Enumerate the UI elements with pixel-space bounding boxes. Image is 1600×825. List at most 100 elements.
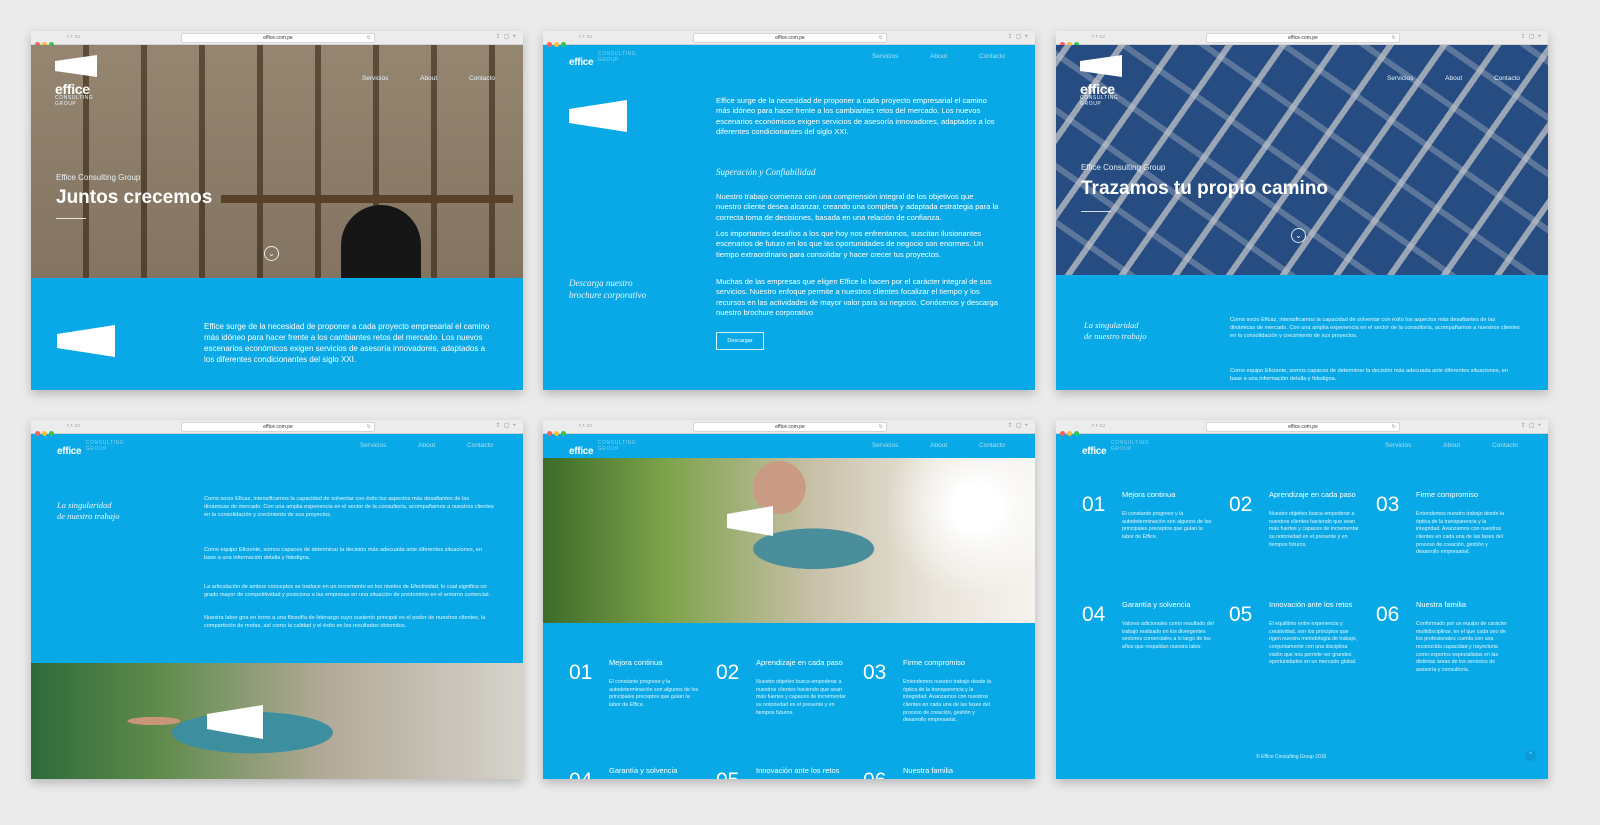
feature-title: Nuestra familia (1416, 600, 1467, 609)
reload-icon: ↻ (366, 424, 371, 430)
brand-sub: CONSULTING GROUP (597, 440, 637, 452)
feature-title: Aprendizaje en cada paso (756, 658, 843, 667)
download-label-line: Descarga nuestro (569, 278, 633, 288)
effice-logo-mark-icon (55, 55, 97, 77)
feature-text: El equilibrio entre experiencia y creati… (1269, 621, 1358, 666)
share-icon[interactable]: ⇪▢+ (496, 422, 519, 429)
feature-title: Innovación ante los retos (756, 766, 840, 775)
browser-window-about: ‹ › ▭ effice.com.pe ↻ ⇪▢+ effice CONSULTI… (543, 31, 1035, 390)
nav-servicios[interactable]: Servicios (1385, 442, 1411, 449)
download-button[interactable]: Descargar (716, 332, 764, 350)
nav-contacto[interactable]: Contacto (469, 75, 495, 82)
feature-text: El constante progreso y la autodetermina… (1122, 511, 1212, 541)
nav-about[interactable]: About (1443, 442, 1460, 449)
nav-servicios[interactable]: Servicios (872, 442, 898, 449)
reload-icon: ↻ (1391, 35, 1396, 41)
feature-number: 04 (1082, 603, 1106, 626)
address-bar[interactable]: effice.com.pe ↻ (693, 422, 887, 432)
hero-divider (56, 218, 86, 219)
browser-toolbar: ‹ › ▭ effice.com.pe ↻ ⇪▢+ (543, 420, 1035, 436)
address-bar[interactable]: effice.com.pe ↻ (693, 33, 887, 43)
download-label-line: brochure corporativo (569, 290, 647, 301)
brand-name: effice (569, 57, 594, 68)
feature-number: 03 (863, 661, 887, 684)
browser-window-singularity: ‹ › ▭ effice.com.pe ↻ ⇪▢+ effice CONSULTI… (31, 420, 523, 779)
back-forward-icon[interactable]: ‹ › ▭ (579, 34, 603, 41)
feature-number: 04 (569, 770, 592, 779)
main-nav: Servicios About Contacto (1355, 442, 1518, 449)
nav-about[interactable]: About (420, 75, 437, 82)
hero-title: Trazamos tu propio camino (1081, 178, 1329, 199)
reload-icon: ↻ (1391, 424, 1396, 430)
logo[interactable]: effice CONSULTING GROUP (55, 55, 97, 108)
nav-servicios[interactable]: Servicios (362, 75, 388, 82)
nav-contacto[interactable]: Contacto (1494, 75, 1520, 82)
nav-contacto[interactable]: Contacto (979, 442, 1005, 449)
brand-sub: CONSULTING GROUP (1110, 440, 1150, 452)
paragraph-efectividad: La articulación de ambos conceptos se tr… (204, 584, 491, 599)
browser-toolbar: ‹ › ▭ effice.com.pe ↻ ⇪▢+ (1056, 31, 1548, 47)
nav-about[interactable]: About (418, 442, 435, 449)
main-nav: Servicios About Contacto (332, 75, 495, 82)
effice-logo-mark-icon (569, 100, 627, 132)
share-icon[interactable]: ⇪▢+ (1008, 422, 1031, 429)
paragraph-2: Los importantes desafíos a los que hoy n… (716, 229, 984, 259)
paragraph-liderazgo: Nuestra labor gira en torno a una filoso… (204, 615, 486, 630)
nav-about[interactable]: About (930, 442, 947, 449)
nav-contacto[interactable]: Contacto (979, 53, 1005, 60)
brand-name: effice (57, 446, 82, 457)
share-icon[interactable]: ⇪▢+ (1521, 33, 1544, 40)
reload-icon: ↻ (878, 424, 883, 430)
paragraph-eficaz: Como socio Eficaz, intensificamos la cap… (1230, 317, 1520, 340)
nav-contacto[interactable]: Contacto (467, 442, 493, 449)
share-icon[interactable]: ⇪▢+ (1521, 422, 1544, 429)
main-nav: Servicios About Contacto (842, 53, 1005, 60)
feature-title: Garantía y solvencia (609, 766, 678, 775)
back-forward-icon[interactable]: ‹ › ▭ (67, 423, 91, 430)
feature-number: 03 (1376, 493, 1400, 516)
feature-title: Mejora continua (1122, 490, 1176, 499)
feature-text: Entendemos nuestro trabajo desde la ópti… (903, 679, 992, 724)
feature-title: Nuestra familia (903, 766, 954, 775)
back-forward-icon[interactable]: ‹ › ▭ (67, 34, 91, 41)
nav-contacto[interactable]: Contacto (1492, 442, 1518, 449)
back-forward-icon[interactable]: ‹ › ▭ (579, 423, 603, 430)
logo[interactable]: effice CONSULTING GROUP (57, 440, 124, 459)
share-icon[interactable]: ⇪▢+ (1008, 33, 1031, 40)
browser-toolbar: ‹ › ▭ effice.com.pe ↻ ⇪▢+ (31, 31, 523, 47)
back-to-top-icon[interactable]: ^ (1525, 750, 1536, 761)
nav-about[interactable]: About (1445, 75, 1462, 82)
paragraph-3: Muchas de las empresas que eligen Effice… (716, 277, 998, 318)
logo[interactable]: effice CONSULTING GROUP (569, 440, 637, 459)
nav-servicios[interactable]: Servicios (360, 442, 386, 449)
share-icon[interactable]: ⇪▢+ (496, 33, 519, 40)
back-forward-icon[interactable]: ‹ › ▭ (1092, 34, 1116, 41)
logo[interactable]: effice CONSULTING GROUP (569, 51, 636, 70)
feature-number: 06 (1376, 603, 1400, 626)
feature-number: 06 (863, 770, 886, 779)
address-bar[interactable]: effice.com.pe ↻ (181, 422, 375, 432)
feature-text: Conformado por un equipo de carácter mul… (1416, 621, 1507, 674)
intro-paragraph: Effice surge de la necesidad de proponer… (716, 96, 995, 137)
feature-title: Mejora continua (609, 658, 663, 667)
browser-toolbar: ‹ › ▭ effice.com.pe ↻ ⇪▢+ (31, 420, 523, 436)
address-bar[interactable]: effice.com.pe ↻ (1206, 33, 1400, 43)
paragraph-1: Nuestro trabajo comienza con una compren… (716, 192, 999, 222)
feature-number: 02 (1229, 493, 1253, 516)
scroll-down-icon[interactable]: ⌄ (1291, 228, 1306, 243)
back-forward-icon[interactable]: ‹ › ▭ (1092, 423, 1116, 430)
nav-servicios[interactable]: Servicios (872, 53, 898, 60)
desk-shape (221, 195, 513, 203)
feature-number: 02 (716, 661, 740, 684)
nav-about[interactable]: About (930, 53, 947, 60)
footer-copyright: © Effice Consulting Group 2016 (1256, 754, 1327, 760)
address-bar[interactable]: effice.com.pe ↻ (1206, 422, 1400, 432)
logo[interactable]: effice CONSULTING GROUP (1082, 440, 1150, 459)
logo[interactable]: effice CONSULTING GROUP (1080, 55, 1122, 108)
feature-title: Innovación ante los retos (1269, 600, 1353, 609)
feature-title: Firme compromiso (1416, 490, 1479, 499)
address-bar[interactable]: effice.com.pe ↻ (181, 33, 375, 43)
brand-sub: GROUP (55, 100, 77, 107)
scroll-down-icon[interactable]: ⌄ (264, 246, 279, 261)
nav-servicios[interactable]: Servicios (1387, 75, 1413, 82)
